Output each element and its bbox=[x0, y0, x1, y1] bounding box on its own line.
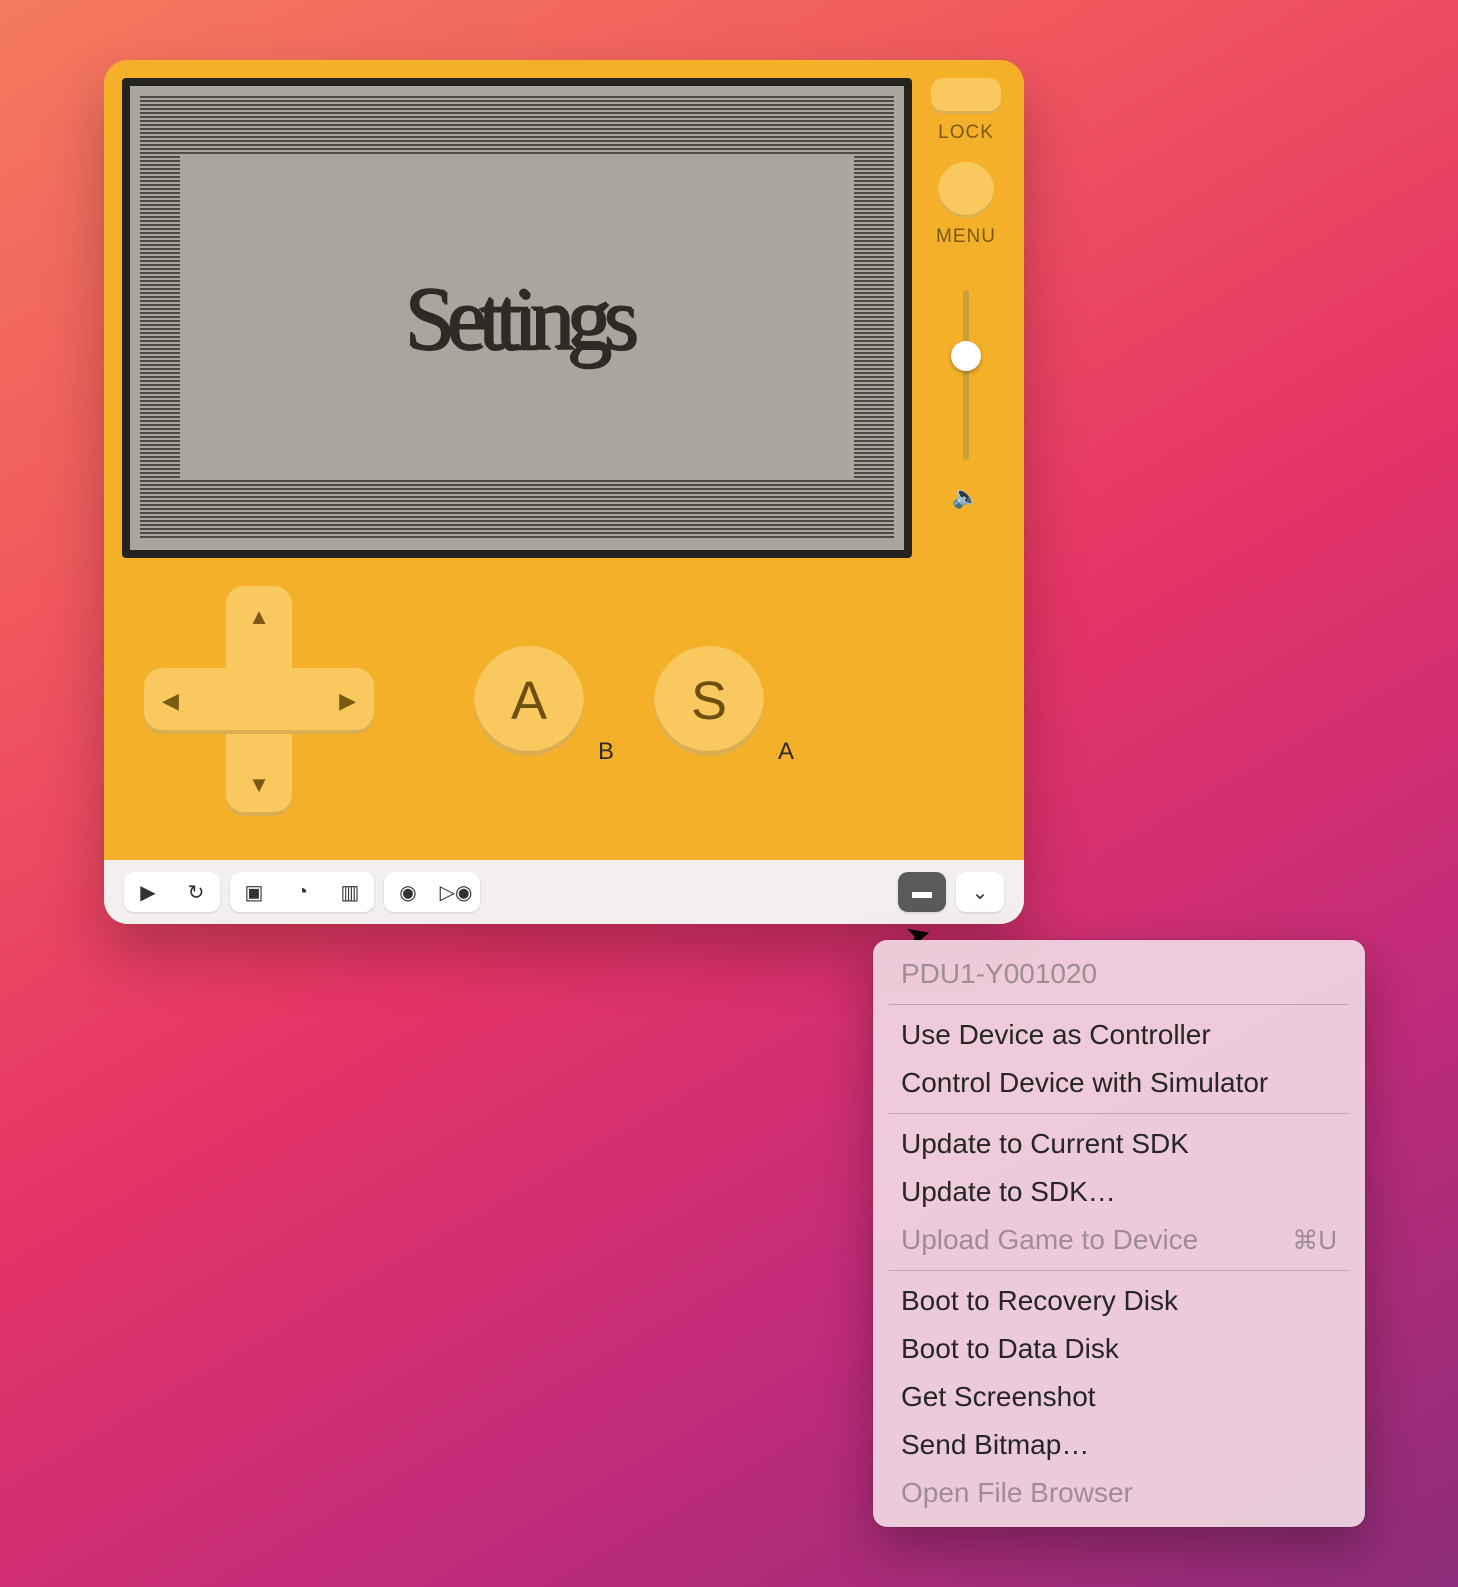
menu-item-shortcut: ⌘U bbox=[1292, 1225, 1337, 1256]
menu-item-label: Update to Current SDK bbox=[901, 1128, 1189, 1160]
b-key-label: A bbox=[511, 670, 547, 732]
menu-item-label: Control Device with Simulator bbox=[901, 1067, 1268, 1099]
controls: ▲ ▼ ◀ ▶ A B S A bbox=[104, 558, 1024, 860]
dpad-down[interactable]: ▼ bbox=[248, 772, 270, 798]
volume-slider[interactable] bbox=[963, 290, 969, 460]
menu-header: PDU1-Y001020 bbox=[873, 950, 1365, 998]
console-button[interactable]: ▣ bbox=[230, 872, 278, 912]
device-icon: ▬ bbox=[912, 881, 932, 904]
menu-item-label: Use Device as Controller bbox=[901, 1019, 1211, 1051]
menu-item-label: Get Screenshot bbox=[901, 1381, 1096, 1413]
menu-item-label: Send Bitmap… bbox=[901, 1429, 1089, 1461]
toolbar: ▶ ↻ ▣ ◔ ▥ ◉ ▷◉ ▬ ⌄ bbox=[104, 860, 1024, 924]
b-button[interactable]: A B bbox=[474, 646, 584, 756]
cpu-button[interactable]: ▥ bbox=[326, 872, 374, 912]
device-button[interactable]: ▬ bbox=[898, 872, 946, 912]
lock-button[interactable] bbox=[931, 78, 1001, 114]
menu-item-label: Update to SDK… bbox=[901, 1176, 1116, 1208]
simulator-window: Settings LOCK MENU 🔈 ▲ ▼ ◀ ▶ bbox=[104, 60, 1024, 924]
screenshot-button[interactable]: ◉ bbox=[384, 872, 432, 912]
restart-icon: ↻ bbox=[188, 880, 205, 905]
menu-item[interactable]: Boot to Data Disk bbox=[873, 1325, 1365, 1373]
restart-button[interactable]: ↻ bbox=[172, 872, 220, 912]
menu-item-label: Upload Game to Device bbox=[901, 1224, 1198, 1256]
chevron-down-icon: ⌄ bbox=[972, 880, 989, 905]
record-button[interactable]: ▷◉ bbox=[432, 872, 480, 912]
record-icon: ▷◉ bbox=[440, 880, 473, 905]
device-screen: Settings bbox=[122, 78, 912, 558]
timer-button[interactable]: ◔ bbox=[278, 872, 326, 912]
menu-item-label: Open File Browser bbox=[901, 1477, 1133, 1509]
cpu-icon: ▥ bbox=[341, 880, 360, 905]
camera-icon: ◉ bbox=[399, 880, 416, 905]
menu-sep bbox=[889, 1270, 1349, 1271]
lock-label: LOCK bbox=[938, 122, 994, 144]
screen-title: Settings bbox=[180, 156, 854, 480]
dpad-right[interactable]: ▶ bbox=[339, 688, 356, 714]
menu-item: Upload Game to Device ⌘U bbox=[873, 1216, 1365, 1264]
b-hw-label: B bbox=[598, 738, 614, 766]
dpad: ▲ ▼ ◀ ▶ bbox=[144, 586, 374, 816]
menu-sep bbox=[889, 1004, 1349, 1005]
menu-item[interactable]: Send Bitmap… bbox=[873, 1421, 1365, 1469]
menu-item[interactable]: Update to Current SDK bbox=[873, 1120, 1365, 1168]
device-context-menu: PDU1-Y001020 Use Device as Controller Con… bbox=[873, 940, 1365, 1527]
ab-buttons: A B S A bbox=[474, 646, 764, 756]
menu-item: Open File Browser bbox=[873, 1469, 1365, 1517]
timer-icon: ◔ bbox=[296, 881, 308, 904]
menu-label: MENU bbox=[936, 226, 996, 248]
menu-sep bbox=[889, 1113, 1349, 1114]
menu-item[interactable]: Boot to Recovery Disk bbox=[873, 1277, 1365, 1325]
menu-item-label: Boot to Recovery Disk bbox=[901, 1285, 1178, 1317]
volume-thumb[interactable] bbox=[951, 341, 981, 371]
device-dropdown-button[interactable]: ⌄ bbox=[956, 872, 1004, 912]
dpad-left[interactable]: ◀ bbox=[162, 688, 179, 714]
menu-item-label: Boot to Data Disk bbox=[901, 1333, 1119, 1365]
dpad-up[interactable]: ▲ bbox=[248, 604, 270, 630]
a-key-label: S bbox=[691, 670, 727, 732]
menu-button[interactable] bbox=[938, 162, 994, 218]
menu-item[interactable]: Control Device with Simulator bbox=[873, 1059, 1365, 1107]
a-hw-label: A bbox=[778, 738, 794, 766]
menu-item[interactable]: Update to SDK… bbox=[873, 1168, 1365, 1216]
play-button[interactable]: ▶ bbox=[124, 872, 172, 912]
dpad-horizontal: ◀ ▶ bbox=[144, 668, 374, 734]
play-icon: ▶ bbox=[140, 880, 155, 905]
a-button[interactable]: S A bbox=[654, 646, 764, 756]
console-icon: ▣ bbox=[245, 880, 264, 905]
menu-item[interactable]: Use Device as Controller bbox=[873, 1011, 1365, 1059]
speaker-icon: 🔈 bbox=[952, 484, 979, 510]
device-body: Settings LOCK MENU 🔈 bbox=[104, 60, 1024, 558]
menu-item[interactable]: Get Screenshot bbox=[873, 1373, 1365, 1421]
